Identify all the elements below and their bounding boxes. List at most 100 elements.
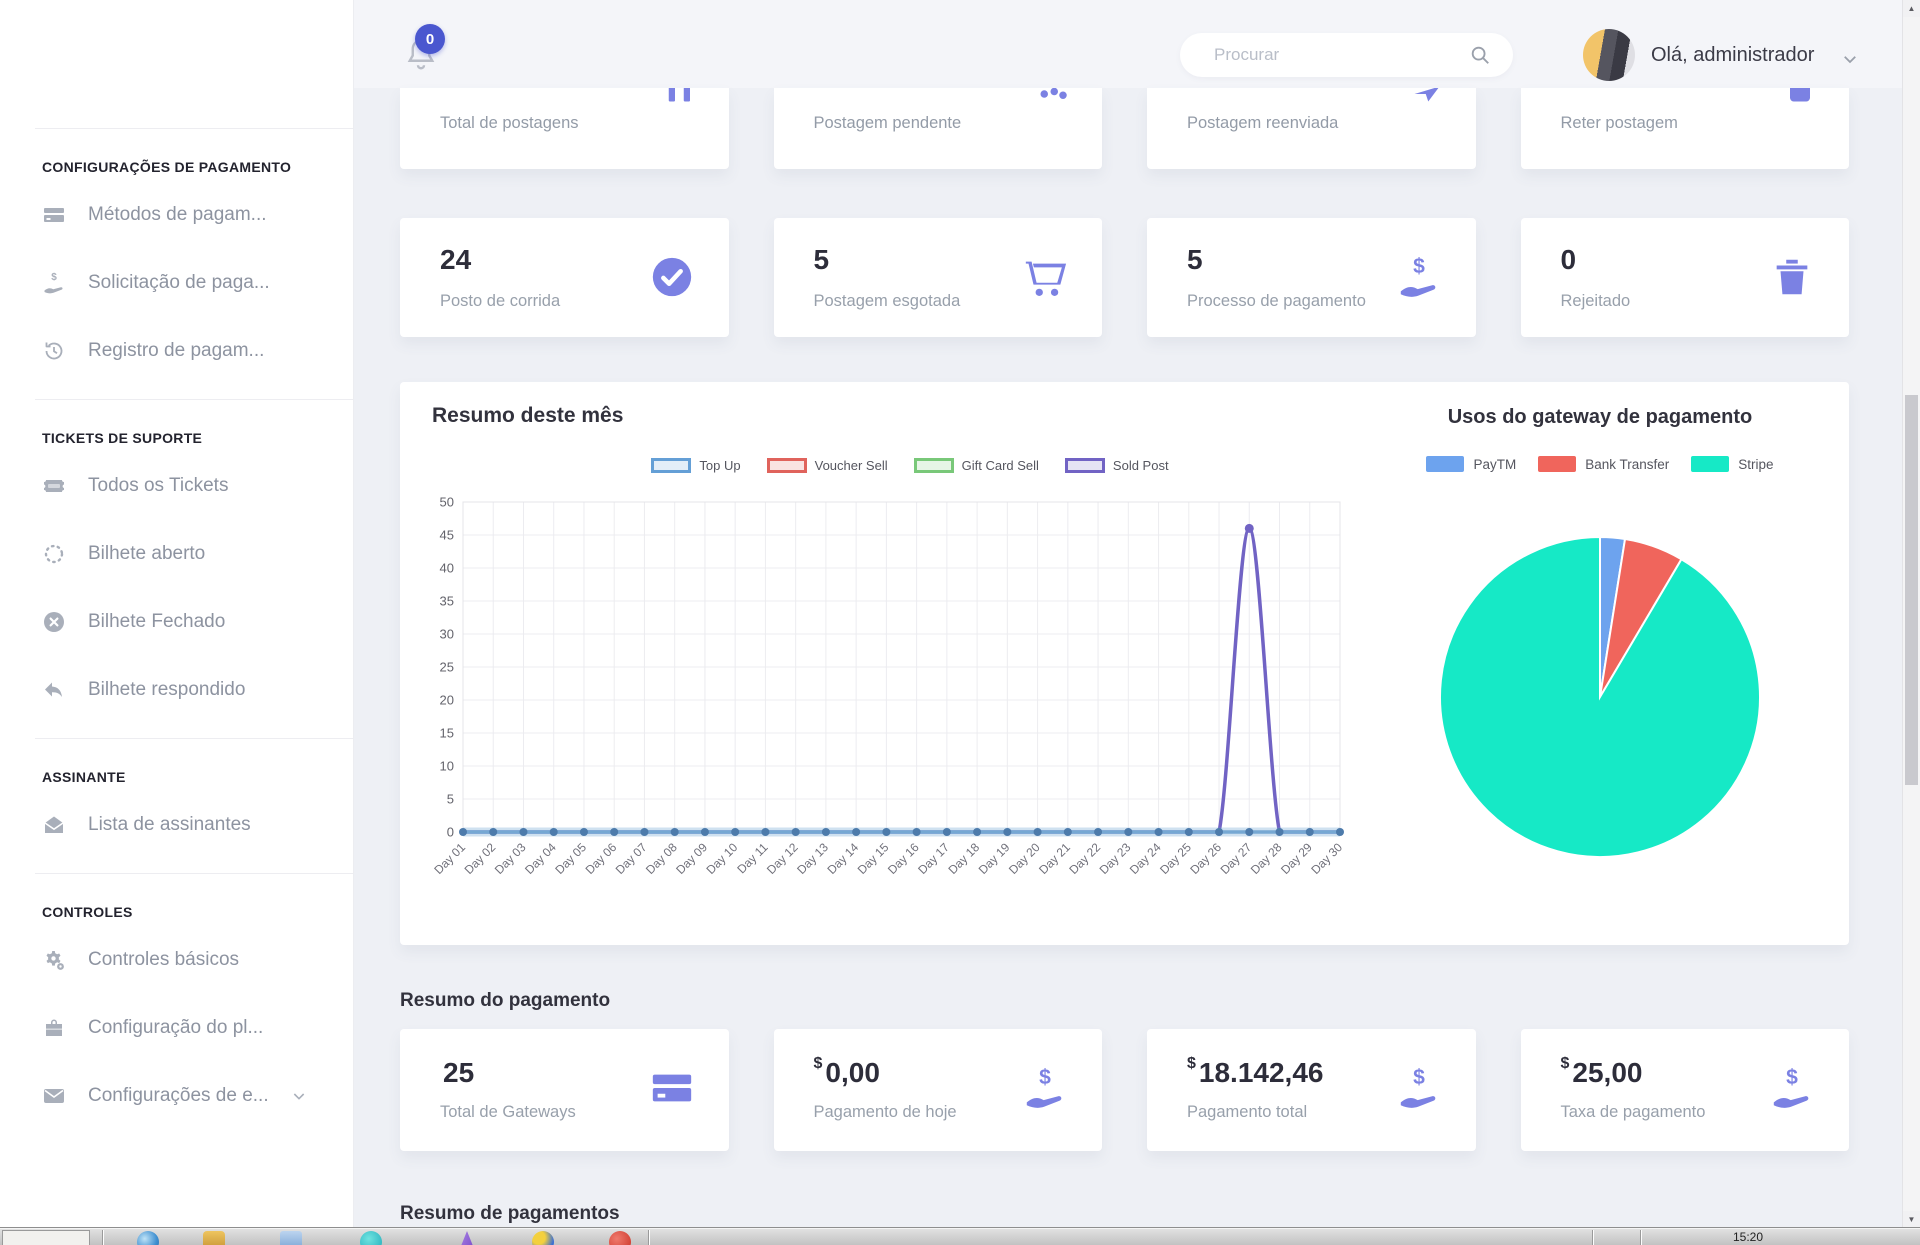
- stat-value: $25,00: [1561, 1055, 1643, 1089]
- line-chart: 05101520253035404550Day 01Day 02Day 03Da…: [425, 482, 1365, 922]
- scroll-down-arrow-icon[interactable]: ▼: [1903, 1211, 1920, 1228]
- gears-icon: [42, 948, 66, 972]
- svg-text:Day 14: Day 14: [824, 840, 861, 877]
- sidebar-item-label: Bilhete respondido: [88, 679, 245, 701]
- taskbar-start-button[interactable]: [2, 1230, 90, 1245]
- legend-item[interactable]: Top Up: [651, 458, 740, 473]
- taskbar-red-app-icon[interactable]: [609, 1231, 631, 1245]
- charts-panel: Resumo deste mês Usos do gateway de paga…: [400, 382, 1849, 945]
- chevron-down-icon[interactable]: [1841, 50, 1859, 68]
- svg-text:Day 18: Day 18: [945, 840, 982, 877]
- svg-text:40: 40: [440, 561, 454, 576]
- legend-item[interactable]: Sold Post: [1065, 458, 1169, 473]
- svg-text:Day 17: Day 17: [915, 840, 952, 877]
- taskbar-teal-app-icon[interactable]: [360, 1231, 382, 1245]
- svg-text:Day 08: Day 08: [643, 840, 680, 877]
- spinner-icon: [42, 542, 66, 566]
- sidebar-item-solicita-o-de-paga[interactable]: $Solicitação de paga...: [0, 249, 353, 317]
- taskbar-window-icon[interactable]: [280, 1231, 302, 1245]
- vertical-scrollbar[interactable]: ▲ ▼: [1902, 0, 1920, 1228]
- cart-icon: [1022, 254, 1068, 300]
- reply-icon: [42, 678, 66, 702]
- legend-item[interactable]: Gift Card Sell: [914, 458, 1039, 473]
- svg-text:Day 11: Day 11: [734, 840, 770, 876]
- stat-label: Posto de corrida: [440, 292, 560, 311]
- legend-swatch: [651, 458, 691, 473]
- svg-text:Day 26: Day 26: [1187, 840, 1224, 877]
- pending-icon: [1036, 88, 1070, 104]
- svg-text:25: 25: [440, 660, 454, 675]
- pie-chart-legend: PayTM Bank Transfer Stripe: [1380, 456, 1820, 472]
- scroll-up-arrow-icon[interactable]: ▲: [1903, 0, 1920, 17]
- posts-icon: [663, 88, 697, 104]
- svg-text:Day 24: Day 24: [1127, 840, 1164, 877]
- sidebar-item-label: Todos os Tickets: [88, 475, 228, 497]
- svg-text:Day 27: Day 27: [1218, 840, 1255, 877]
- sidebar-item-label: Solicitação de paga...: [88, 272, 270, 294]
- svg-text:Day 01: Day 01: [431, 840, 468, 877]
- svg-text:10: 10: [440, 759, 454, 774]
- stat-card: 0 Rejeitado: [1521, 218, 1850, 337]
- sidebar-item-m-todos-de-pagam[interactable]: Métodos de pagam...: [0, 181, 353, 249]
- svg-text:35: 35: [440, 594, 454, 609]
- sidebar-divider: [35, 399, 353, 400]
- sidebar-item-todos-os-tickets[interactable]: Todos os Tickets: [0, 452, 353, 520]
- stat-label: Postagem reenviada: [1187, 114, 1338, 133]
- stat-card: Postagem reenviada: [1147, 88, 1476, 169]
- svg-text:Day 05: Day 05: [552, 840, 589, 877]
- svg-text:Day 16: Day 16: [885, 840, 922, 877]
- svg-text:45: 45: [440, 528, 454, 543]
- legend-item[interactable]: Stripe: [1691, 456, 1773, 472]
- stat-value: 5: [1187, 244, 1203, 276]
- legend-swatch: [1065, 458, 1105, 473]
- svg-text:15: 15: [440, 726, 454, 741]
- svg-text:Day 20: Day 20: [1006, 840, 1043, 877]
- sidebar-item-label: Métodos de pagam...: [88, 204, 267, 226]
- taskbar-browser-icon[interactable]: [137, 1231, 159, 1245]
- svg-text:Day 25: Day 25: [1157, 840, 1194, 877]
- taskbar-sphere-app-icon[interactable]: [532, 1231, 554, 1245]
- history-icon: [42, 339, 66, 363]
- sidebar-item-bilhete-respondido[interactable]: Bilhete respondido: [0, 656, 353, 724]
- svg-text:Day 21: Day 21: [1036, 840, 1073, 877]
- search-input[interactable]: [1212, 44, 1469, 66]
- sidebar-divider: [35, 873, 353, 874]
- search-icon[interactable]: [1469, 44, 1491, 66]
- legend-label: Voucher Sell: [815, 458, 888, 473]
- line-chart-legend: Top Up Voucher Sell Gift Card Sell Sold Pos…: [460, 458, 1360, 473]
- hand-dollar-icon: $: [1396, 1065, 1442, 1111]
- stat-card: $18.142,46 Pagamento total $: [1147, 1029, 1476, 1151]
- legend-item[interactable]: Bank Transfer: [1538, 456, 1669, 472]
- svg-text:$: $: [1039, 1066, 1051, 1089]
- legend-label: Sold Post: [1113, 458, 1169, 473]
- sidebar-item-configura-es-de-e[interactable]: Configurações de e...: [0, 1062, 353, 1130]
- sidebar-item-controles-b-sicos[interactable]: Controles básicos: [0, 926, 353, 994]
- user-avatar[interactable]: [1583, 29, 1635, 81]
- user-greeting[interactable]: Olá, administrador: [1651, 44, 1814, 67]
- stats-row-counts: 24 Posto de corrida 5 Postagem esgotada …: [400, 218, 1849, 337]
- legend-swatch: [767, 458, 807, 473]
- svg-text:Day 29: Day 29: [1278, 840, 1315, 877]
- legend-item[interactable]: PayTM: [1426, 456, 1516, 472]
- x-circle-icon: [42, 610, 66, 634]
- stat-card: Reter postagem: [1521, 88, 1850, 169]
- taskbar-purple-app-icon[interactable]: [456, 1231, 478, 1245]
- trash-icon: [1769, 254, 1815, 300]
- sidebar-section-heading: CONTROLES: [42, 904, 353, 920]
- legend-item[interactable]: Voucher Sell: [767, 458, 888, 473]
- sidebar-item-registro-de-pagam[interactable]: Registro de pagam...: [0, 317, 353, 385]
- svg-text:0: 0: [447, 825, 454, 840]
- scrollbar-thumb[interactable]: [1905, 395, 1918, 785]
- sidebar-item-bilhete-aberto[interactable]: Bilhete aberto: [0, 520, 353, 588]
- svg-text:Day 13: Day 13: [794, 840, 831, 877]
- sidebar-item-bilhete-fechado[interactable]: Bilhete Fechado: [0, 588, 353, 656]
- sidebar-item-label: Bilhete aberto: [88, 543, 205, 565]
- svg-text:Day 28: Day 28: [1248, 840, 1285, 877]
- sidebar-section-heading: ASSINANTE: [42, 769, 353, 785]
- taskbar-folder-icon[interactable]: [203, 1231, 225, 1245]
- svg-text:Day 03: Day 03: [492, 840, 529, 877]
- sidebar-item-configura-o-do-pl[interactable]: Configuração do pl...: [0, 994, 353, 1062]
- svg-text:Day 09: Day 09: [673, 840, 710, 877]
- sidebar-item-lista-de-assinantes[interactable]: Lista de assinantes: [0, 791, 353, 859]
- svg-text:Day 12: Day 12: [764, 840, 801, 877]
